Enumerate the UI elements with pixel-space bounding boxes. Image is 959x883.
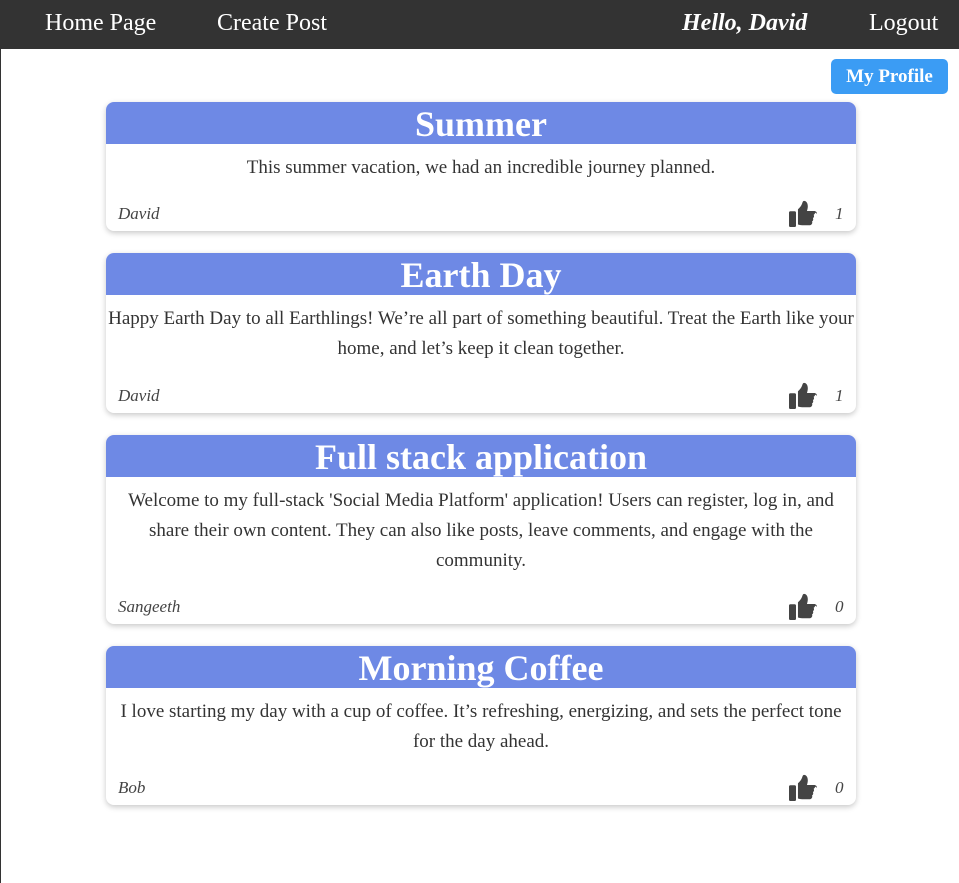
user-greeting: Hello, David	[682, 10, 808, 36]
post-author[interactable]: Bob	[118, 778, 145, 798]
post-body: Happy Earth Day to all Earthlings! We’re…	[108, 308, 854, 359]
top-navbar: Home Page Create Post Hello, David Logou…	[0, 0, 959, 49]
post-footer: David 1	[106, 199, 856, 231]
post-footer: David 1	[106, 381, 856, 413]
post-footer: Sangeeth 0	[106, 592, 856, 624]
post-card[interactable]: Morning Coffee I love starting my day wi…	[106, 646, 856, 805]
thumbs-up-icon[interactable]	[788, 773, 818, 801]
post-author[interactable]: David	[118, 204, 160, 224]
logout-link[interactable]: Logout	[869, 8, 938, 38]
post-footer: Bob 0	[106, 773, 856, 805]
post-author[interactable]: Sangeeth	[118, 597, 180, 617]
post-title: Summer	[106, 102, 856, 144]
post-title: Earth Day	[106, 253, 856, 295]
like-count: 0	[835, 597, 844, 616]
nav-home-link[interactable]: Home Page	[45, 8, 156, 38]
like-count: 0	[835, 778, 844, 797]
post-title: Full stack application	[106, 435, 856, 477]
thumbs-up-icon[interactable]	[788, 199, 818, 227]
post-author[interactable]: David	[118, 386, 160, 406]
post-card[interactable]: Earth Day Happy Earth Day to all Earthli…	[106, 253, 856, 413]
post-title: Morning Coffee	[106, 646, 856, 688]
post-card[interactable]: Full stack application Welcome to my ful…	[106, 435, 856, 624]
post-body: Welcome to my full-stack 'Social Media P…	[128, 490, 834, 571]
like-count: 1	[835, 204, 844, 223]
nav-create-post-link[interactable]: Create Post	[217, 8, 327, 38]
post-card[interactable]: Summer This summer vacation, we had an i…	[106, 102, 856, 231]
thumbs-up-icon[interactable]	[788, 592, 818, 620]
page-left-border	[0, 0, 1, 883]
post-body: I love starting my day with a cup of cof…	[120, 701, 842, 752]
my-profile-button[interactable]: My Profile	[831, 59, 948, 94]
like-count: 1	[835, 386, 844, 405]
post-body: This summer vacation, we had an incredib…	[246, 157, 716, 178]
thumbs-up-icon[interactable]	[788, 381, 818, 409]
